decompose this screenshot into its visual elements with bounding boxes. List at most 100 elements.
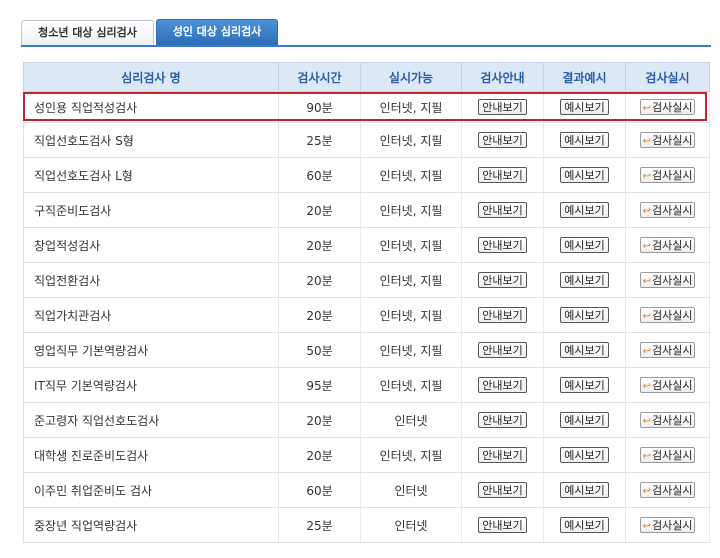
guide-cell: 안내보기 [461, 367, 544, 403]
run-test-button[interactable]: ↩검사실시 [639, 202, 696, 218]
guide-button[interactable]: 안내보기 [478, 272, 527, 288]
return-arrow-icon: ↩ [642, 416, 651, 427]
run-test-button[interactable]: ↩검사실시 [639, 377, 696, 393]
test-name: 중장년 직업역량검사 [23, 507, 279, 543]
run-test-label: 검사실시 [651, 484, 693, 497]
return-arrow-icon: ↩ [642, 381, 651, 392]
tab-adult-tests[interactable]: 성인 대상 심리검사 [156, 19, 278, 45]
table-row: 성인용 직업적성검사 90분 인터넷, 지필 안내보기 예시보기 ↩검사실시 [23, 91, 710, 123]
example-button[interactable]: 예시보기 [560, 517, 609, 533]
run-test-button[interactable]: ↩검사실시 [639, 272, 696, 288]
example-button[interactable]: 예시보기 [560, 237, 609, 253]
run-cell: ↩검사실시 [625, 472, 710, 508]
example-button[interactable]: 예시보기 [560, 307, 609, 323]
return-arrow-icon: ↩ [642, 346, 651, 357]
test-table: 심리검사 명 검사시간 실시가능 검사안내 결과예시 검사실시 성인용 직업적성… [23, 62, 710, 543]
test-time: 20분 [278, 402, 361, 438]
test-name: 직업전환검사 [23, 262, 279, 298]
run-test-button[interactable]: ↩검사실시 [639, 482, 696, 498]
table-row: 직업가치관검사 20분 인터넷, 지필 안내보기 예시보기 ↩검사실시 [23, 297, 710, 333]
example-cell: 예시보기 [543, 227, 626, 263]
run-cell: ↩검사실시 [625, 122, 710, 158]
run-cell: ↩검사실시 [625, 402, 710, 438]
test-time: 50분 [278, 332, 361, 368]
run-test-button[interactable]: ↩검사실시 [639, 517, 696, 533]
table-row: 직업전환검사 20분 인터넷, 지필 안내보기 예시보기 ↩검사실시 [23, 262, 710, 298]
test-time: 20분 [278, 227, 361, 263]
table-row: 대학생 진로준비도검사 20분 인터넷, 지필 안내보기 예시보기 ↩검사실시 [23, 437, 710, 473]
table-row: IT직무 기본역량검사 95분 인터넷, 지필 안내보기 예시보기 ↩검사실시 [23, 367, 710, 403]
example-cell: 예시보기 [543, 332, 626, 368]
test-name: 대학생 진로준비도검사 [23, 437, 279, 473]
test-mode: 인터넷, 지필 [360, 297, 462, 333]
guide-cell: 안내보기 [461, 157, 544, 193]
example-button[interactable]: 예시보기 [560, 342, 609, 358]
example-cell: 예시보기 [543, 122, 626, 158]
run-test-button[interactable]: ↩검사실시 [639, 99, 696, 115]
guide-button[interactable]: 안내보기 [478, 132, 527, 148]
guide-cell: 안내보기 [461, 402, 544, 438]
return-arrow-icon: ↩ [642, 486, 651, 497]
test-time: 95분 [278, 367, 361, 403]
example-cell: 예시보기 [543, 437, 626, 473]
run-test-button[interactable]: ↩검사실시 [639, 307, 696, 323]
table-row: 이주민 취업준비도 검사 60분 인터넷 안내보기 예시보기 ↩검사실시 [23, 472, 710, 508]
test-time: 20분 [278, 192, 361, 228]
tab-bar: 청소년 대상 심리검사 성인 대상 심리검사 [21, 19, 711, 46]
guide-button[interactable]: 안내보기 [478, 237, 527, 253]
example-cell: 예시보기 [543, 367, 626, 403]
test-mode: 인터넷 [360, 507, 462, 543]
run-test-button[interactable]: ↩검사실시 [639, 447, 696, 463]
guide-button[interactable]: 안내보기 [478, 447, 527, 463]
guide-button[interactable]: 안내보기 [478, 167, 527, 183]
example-button[interactable]: 예시보기 [560, 482, 609, 498]
guide-cell: 안내보기 [461, 297, 544, 333]
example-button[interactable]: 예시보기 [560, 167, 609, 183]
example-button[interactable]: 예시보기 [560, 99, 609, 115]
run-cell: ↩검사실시 [625, 367, 710, 403]
run-cell: ↩검사실시 [625, 297, 710, 333]
header-run: 검사실시 [625, 62, 710, 92]
return-arrow-icon: ↩ [642, 451, 651, 462]
guide-button[interactable]: 안내보기 [478, 377, 527, 393]
guide-button[interactable]: 안내보기 [478, 517, 527, 533]
guide-cell: 안내보기 [461, 227, 544, 263]
run-cell: ↩검사실시 [625, 507, 710, 543]
test-mode: 인터넷, 지필 [360, 192, 462, 228]
run-test-button[interactable]: ↩검사실시 [639, 132, 696, 148]
guide-cell: 안내보기 [461, 122, 544, 158]
table-row: 영업직무 기본역량검사 50분 인터넷, 지필 안내보기 예시보기 ↩검사실시 [23, 332, 710, 368]
guide-button[interactable]: 안내보기 [478, 202, 527, 218]
test-mode: 인터넷, 지필 [360, 437, 462, 473]
run-test-label: 검사실시 [651, 239, 693, 252]
test-time: 60분 [278, 157, 361, 193]
return-arrow-icon: ↩ [642, 521, 651, 532]
guide-button[interactable]: 안내보기 [478, 412, 527, 428]
test-mode: 인터넷, 지필 [360, 91, 462, 123]
example-button[interactable]: 예시보기 [560, 132, 609, 148]
example-button[interactable]: 예시보기 [560, 202, 609, 218]
example-button[interactable]: 예시보기 [560, 447, 609, 463]
example-button[interactable]: 예시보기 [560, 377, 609, 393]
table-row: 중장년 직업역량검사 25분 인터넷 안내보기 예시보기 ↩검사실시 [23, 507, 710, 543]
example-cell: 예시보기 [543, 402, 626, 438]
test-time: 25분 [278, 122, 361, 158]
run-test-button[interactable]: ↩검사실시 [639, 412, 696, 428]
return-arrow-icon: ↩ [642, 171, 651, 182]
tab-youth-tests[interactable]: 청소년 대상 심리검사 [21, 20, 154, 45]
example-button[interactable]: 예시보기 [560, 272, 609, 288]
guide-button[interactable]: 안내보기 [478, 99, 527, 115]
run-test-button[interactable]: ↩검사실시 [639, 167, 696, 183]
run-test-button[interactable]: ↩검사실시 [639, 342, 696, 358]
test-mode: 인터넷, 지필 [360, 227, 462, 263]
run-cell: ↩검사실시 [625, 262, 710, 298]
guide-button[interactable]: 안내보기 [478, 342, 527, 358]
run-test-button[interactable]: ↩검사실시 [639, 237, 696, 253]
header-guide: 검사안내 [461, 62, 544, 92]
test-mode: 인터넷, 지필 [360, 122, 462, 158]
guide-cell: 안내보기 [461, 472, 544, 508]
guide-button[interactable]: 안내보기 [478, 482, 527, 498]
example-button[interactable]: 예시보기 [560, 412, 609, 428]
example-cell: 예시보기 [543, 472, 626, 508]
guide-button[interactable]: 안내보기 [478, 307, 527, 323]
